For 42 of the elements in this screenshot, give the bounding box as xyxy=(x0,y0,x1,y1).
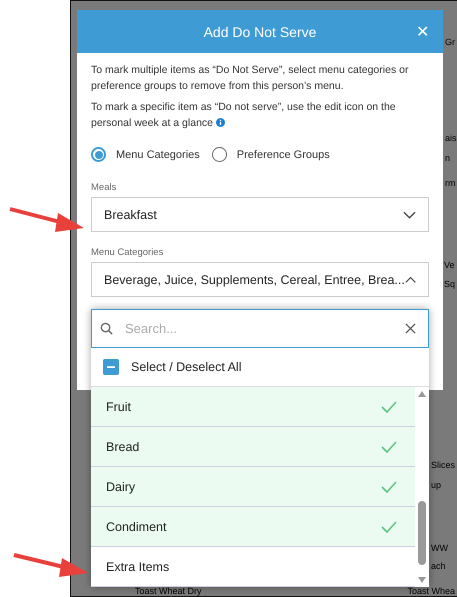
radio-label: Menu Categories xyxy=(116,148,200,160)
field-label: Menu Categories xyxy=(91,247,164,258)
background-text: Toast Whea xyxy=(407,586,455,596)
chevron-up-icon xyxy=(404,276,416,284)
background-text: up xyxy=(431,480,442,490)
background-text: Ve xyxy=(444,260,455,270)
background-text: WW xyxy=(431,543,448,553)
select-all-label: Select / Deselect All xyxy=(131,360,242,374)
background-text: ach xyxy=(431,561,446,571)
background-text: Sq xyxy=(444,279,456,289)
check-icon xyxy=(381,480,397,492)
category-option[interactable]: Fruit xyxy=(91,387,415,427)
field-label: Meals xyxy=(91,182,118,193)
category-option[interactable]: Extra Items xyxy=(91,547,415,587)
instruction-text: To mark multiple items as “Do Not Serve”, select menu categories or preference groups to remove from this person’s menu. xyxy=(91,63,410,94)
radio-button[interactable] xyxy=(91,147,106,162)
instruction-text: To mark a specific item as “Do not serve”, use the edit icon on the personal week at a glance xyxy=(91,100,397,130)
check-icon xyxy=(381,520,397,532)
category-option[interactable]: Bread xyxy=(91,427,415,467)
radio-button[interactable] xyxy=(212,147,227,162)
radio-label: Preference Groups xyxy=(236,148,330,160)
clear-icon[interactable] xyxy=(405,322,416,334)
background-text: Toast Wheat Dry xyxy=(135,586,202,596)
search-icon xyxy=(100,322,113,335)
partial-checkbox-icon[interactable] xyxy=(103,358,119,375)
search-field[interactable]: Search... xyxy=(91,309,429,348)
background-text: Slices xyxy=(431,460,456,470)
chevron-down-icon xyxy=(403,210,416,218)
category-option[interactable]: Condiment xyxy=(91,507,415,547)
check-icon xyxy=(381,440,397,452)
categories-dropdown[interactable]: Beverage, Juice, Supplements, Cereal, Entree, Brea... xyxy=(91,262,429,297)
dialog-title: Add Do Not Serve xyxy=(204,24,316,40)
background-text: ais xyxy=(445,133,457,143)
scroll-down-icon[interactable] xyxy=(418,577,426,583)
check-icon xyxy=(381,400,397,412)
category-option[interactable]: Dairy xyxy=(91,467,415,507)
scrollbar-thumb[interactable] xyxy=(418,501,426,565)
background-text: Gr xyxy=(445,37,455,47)
background-text: n xyxy=(445,153,450,163)
meals-dropdown[interactable]: Breakfast xyxy=(91,197,429,232)
background-text: rm xyxy=(445,178,456,188)
info-icon[interactable] xyxy=(216,118,225,126)
